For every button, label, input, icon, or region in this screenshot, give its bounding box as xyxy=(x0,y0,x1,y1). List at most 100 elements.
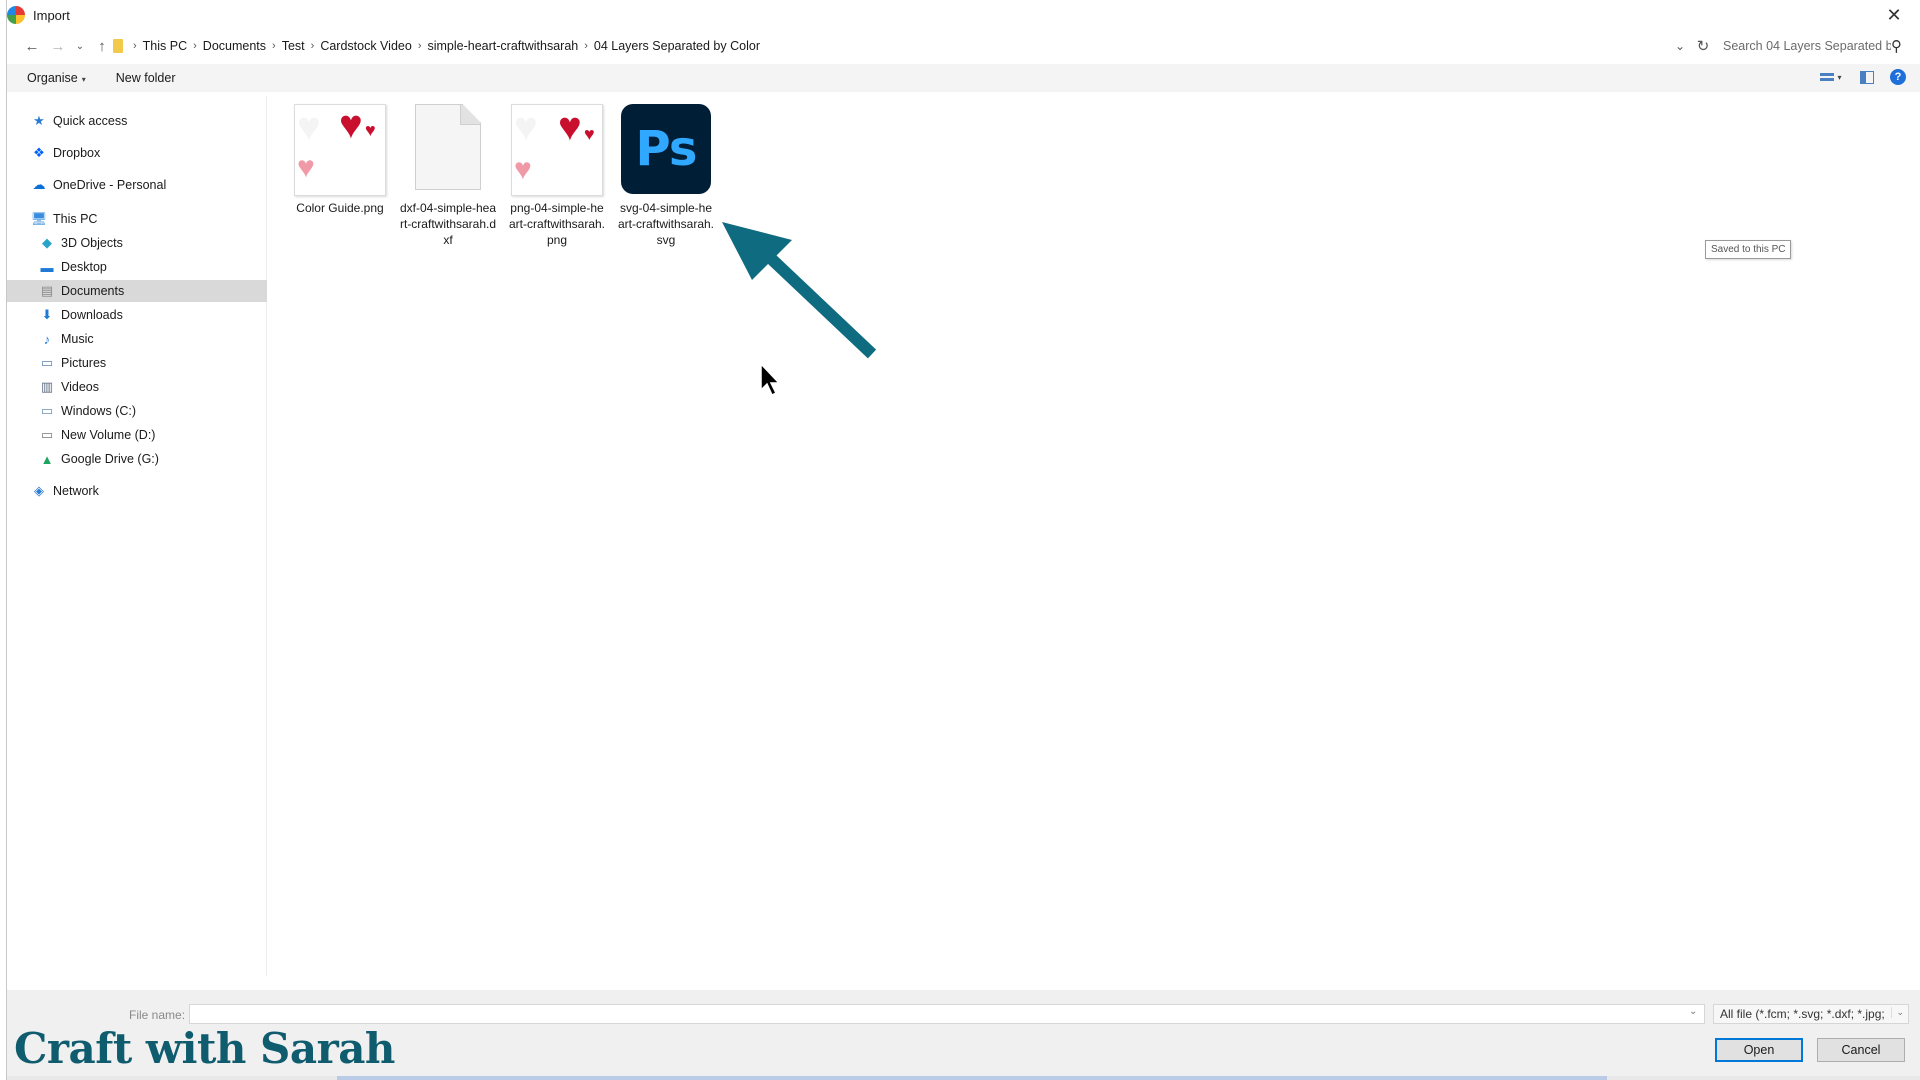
pictures-icon: ▭ xyxy=(40,355,54,370)
back-button[interactable]: ← xyxy=(19,34,45,58)
sidebar-item-new-volume-d[interactable]: ▭ New Volume (D:) xyxy=(7,424,267,446)
file-type-value: All file (*.fcm; *.svg; *.dxf; *.jpg; xyxy=(1720,1007,1885,1021)
new-folder-button[interactable]: New folder xyxy=(114,67,178,89)
sidebar-item-dropbox[interactable]: ❖ Dropbox xyxy=(7,142,267,164)
search-icon[interactable]: ⚲ xyxy=(1891,37,1902,55)
sidebar-item-google-drive-g[interactable]: ▲ Google Drive (G:) xyxy=(7,448,267,470)
sidebar-item-label: Music xyxy=(61,332,94,346)
sidebar-item-label: Google Drive (G:) xyxy=(61,452,159,466)
organise-label: Organise xyxy=(27,71,78,85)
sidebar-item-label: Documents xyxy=(61,284,125,298)
arrow-left-icon: ← xyxy=(24,37,40,55)
heart-icon: ♥ xyxy=(365,120,376,140)
caret-down-icon: ▾ xyxy=(1837,72,1842,82)
video-icon: ▥ xyxy=(40,379,54,394)
sidebar-item-onedrive[interactable]: ☁ OneDrive - Personal xyxy=(7,174,267,196)
forward-button[interactable]: → xyxy=(45,34,71,58)
breadcrumb-item[interactable]: Cardstock Video xyxy=(320,39,412,53)
file-list: ♥ ♥ ♥ ♥ Color Guide.png dxf-04-simple-he… xyxy=(275,96,1915,976)
sidebar-item-downloads[interactable]: ⬇ Downloads xyxy=(7,304,267,326)
download-icon: ⬇ xyxy=(41,307,53,322)
refresh-button[interactable]: ↻ xyxy=(1693,36,1713,56)
help-icon[interactable]: ? xyxy=(1890,69,1906,85)
sidebar-item-quick-access[interactable]: ★ Quick access xyxy=(7,110,267,132)
heart-icon: ♥ xyxy=(584,124,595,144)
open-button[interactable]: Open xyxy=(1715,1038,1803,1062)
sidebar-item-this-pc[interactable]: 🖥 This PC xyxy=(7,208,267,230)
sidebar-item-desktop[interactable]: ▬ Desktop xyxy=(7,256,267,278)
chevron-right-icon: › xyxy=(310,40,315,52)
cube-icon: ◆ xyxy=(42,235,52,250)
breadcrumb-item[interactable]: This PC xyxy=(143,39,187,53)
tooltip: Saved to this PC xyxy=(1705,240,1792,259)
address-row: ← → ⌄ ↑ › This PC › Documents › Test › C… xyxy=(7,32,1920,60)
chevron-down-icon[interactable]: ⌄ xyxy=(1689,1006,1697,1017)
chevron-down-icon: ⌄ xyxy=(1891,1007,1904,1018)
breadcrumb-item[interactable]: simple-heart-craftwithsarah xyxy=(427,39,578,53)
sidebar-item-documents[interactable]: ▤ Documents xyxy=(7,280,267,302)
image-thumbnail: ♥ ♥ ♥ ♥ xyxy=(511,104,603,196)
sidebar-item-windows-c[interactable]: ▭ Windows (C:) xyxy=(7,400,267,422)
up-button[interactable]: ↑ xyxy=(89,34,115,58)
file-thumbnail xyxy=(402,104,494,196)
image-thumbnail: ♥ ♥ ♥ ♥ xyxy=(294,104,386,196)
import-dialog: Import ✕ ← → ⌄ ↑ › This PC › Documents ›… xyxy=(6,0,1920,1080)
sidebar-item-label: Dropbox xyxy=(53,146,101,160)
breadcrumb-item[interactable]: Documents xyxy=(203,39,266,53)
file-item[interactable]: dxf-04-simple-heart-craftwithsarah.dxf xyxy=(399,104,497,248)
breadcrumb-item-current[interactable]: 04 Layers Separated by Color xyxy=(594,39,760,53)
chevron-right-icon: › xyxy=(193,40,197,52)
search-input[interactable] xyxy=(1723,39,1891,53)
progress-strip-fill xyxy=(337,1076,1607,1080)
arrow-up-icon: ↑ xyxy=(98,37,106,55)
sidebar-item-label: Downloads xyxy=(61,308,123,322)
document-icon: ▤ xyxy=(40,283,54,298)
file-name: png-04-simple-heart-craftwithsarah.png xyxy=(508,201,606,247)
recent-locations-button[interactable]: ⌄ xyxy=(71,34,89,58)
file-item[interactable]: ♥ ♥ ♥ ♥ png-04-simple-heart-craftwithsar… xyxy=(508,104,606,248)
sidebar-item-pictures[interactable]: ▭ Pictures xyxy=(7,352,267,374)
photoshop-icon: Ps xyxy=(621,104,711,194)
sidebar-item-videos[interactable]: ▥ Videos xyxy=(7,376,267,398)
refresh-icon: ↻ xyxy=(1696,38,1710,55)
sidebar-item-label: Videos xyxy=(61,380,99,394)
heart-icon: ♥ xyxy=(558,105,582,149)
breadcrumb-item[interactable]: Test xyxy=(282,39,305,53)
chevron-down-icon: ⌄ xyxy=(1674,39,1686,53)
search-box: ⚲ xyxy=(1717,34,1913,58)
chevron-right-icon: › xyxy=(584,40,588,52)
folder-icon xyxy=(113,39,123,53)
sidebar-item-label: Desktop xyxy=(61,260,107,274)
chevron-right-icon: › xyxy=(417,40,422,52)
close-button[interactable]: ✕ xyxy=(1882,4,1906,26)
chevron-down-icon: ⌄ xyxy=(75,40,85,52)
address-dropdown[interactable]: ⌄ xyxy=(1671,36,1689,56)
navigation-pane: ★ Quick access ❖ Dropbox ☁ OneDrive - Perso… xyxy=(7,96,267,976)
arrow-right-icon: → xyxy=(50,37,66,55)
sidebar-item-label: New Volume (D:) xyxy=(61,428,156,442)
mouse-cursor-icon xyxy=(760,362,781,397)
sidebar-item-3d-objects[interactable]: ◆ 3D Objects xyxy=(7,232,267,254)
app-icon xyxy=(7,6,25,24)
cancel-button[interactable]: Cancel xyxy=(1817,1038,1905,1062)
file-item[interactable]: ♥ ♥ ♥ ♥ Color Guide.png xyxy=(291,104,389,216)
sidebar-item-music[interactable]: ♪ Music xyxy=(7,328,267,350)
file-type-select[interactable]: All file (*.fcm; *.svg; *.dxf; *.jpg; ⌄ xyxy=(1713,1004,1909,1024)
chevron-right-icon: › xyxy=(272,40,276,52)
change-view-button[interactable]: ▾ xyxy=(1818,68,1844,86)
command-bar: Organise ▾ New folder ▾ ? xyxy=(7,64,1920,92)
close-icon: ✕ xyxy=(1886,4,1902,25)
drive-icon: ▭ xyxy=(40,403,54,418)
preview-pane-icon[interactable] xyxy=(1860,70,1874,84)
sidebar-item-label: Quick access xyxy=(53,114,128,128)
breadcrumb[interactable]: › This PC › Documents › Test › Cardstock… xyxy=(113,34,1685,58)
file-item[interactable]: Ps svg-04-simple-heart-craftwithsarah.sv… xyxy=(617,104,715,248)
organise-button[interactable]: Organise ▾ xyxy=(25,67,88,89)
sidebar-item-network[interactable]: ◈ Network xyxy=(7,480,267,502)
view-controls: ▾ ? xyxy=(1818,68,1906,86)
dropbox-icon: ❖ xyxy=(33,145,45,160)
computer-icon: 🖥 xyxy=(30,211,48,226)
watermark-logo: Craft with Sarah xyxy=(14,1024,395,1073)
cloud-icon: ☁ xyxy=(32,177,46,192)
file-name-input[interactable] xyxy=(189,1004,1705,1024)
